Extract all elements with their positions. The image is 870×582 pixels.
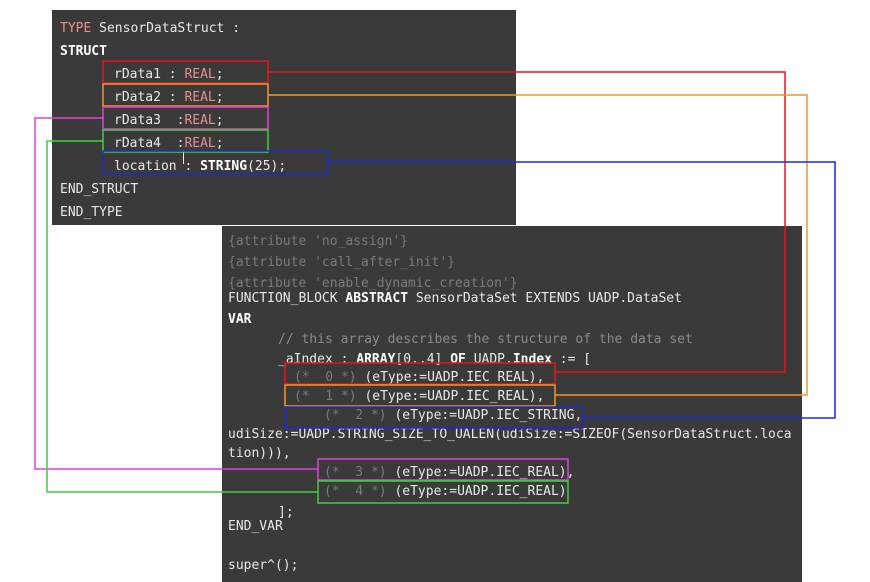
struct-keyword: STRUCT <box>60 44 107 59</box>
field-rdata1: rData1 : REAL; <box>114 67 224 82</box>
type-line: TYPE SensorDataStruct : <box>60 21 241 36</box>
super-call: super^(); <box>228 558 299 573</box>
field-rdata3: rData3 :REAL; <box>114 113 224 128</box>
var-keyword: VAR <box>228 312 252 327</box>
array-entry-4: (* 4 *) (eType:=UADP.IEC_REAL) <box>324 484 567 499</box>
field-rdata2: rData2 : REAL; <box>114 90 224 105</box>
udisize-line: udiSize:=UADP.STRING_SIZE_TO_UALEN(udiSi… <box>228 427 792 442</box>
function-block-declaration: FUNCTION_BLOCK ABSTRACT SensorDataSet EX… <box>228 291 682 306</box>
end-struct: END_STRUCT <box>60 182 139 197</box>
attribute-line: {attribute 'call_after_init'} <box>228 255 455 270</box>
field-rdata4: rData4 :REAL; <box>114 136 224 151</box>
function-block-panel: {attribute 'no_assign'} {attribute 'call… <box>222 226 802 582</box>
end-var: END_VAR <box>228 519 283 534</box>
field-location: location : STRING(25); <box>114 159 287 174</box>
struct-code-panel: TYPE SensorDataStruct : STRUCT rData1 : … <box>52 10 516 225</box>
end-type: END_TYPE <box>60 205 123 220</box>
udisize-line-continuation: tion))), <box>228 446 291 461</box>
attribute-line: {attribute 'no_assign'} <box>228 234 409 249</box>
